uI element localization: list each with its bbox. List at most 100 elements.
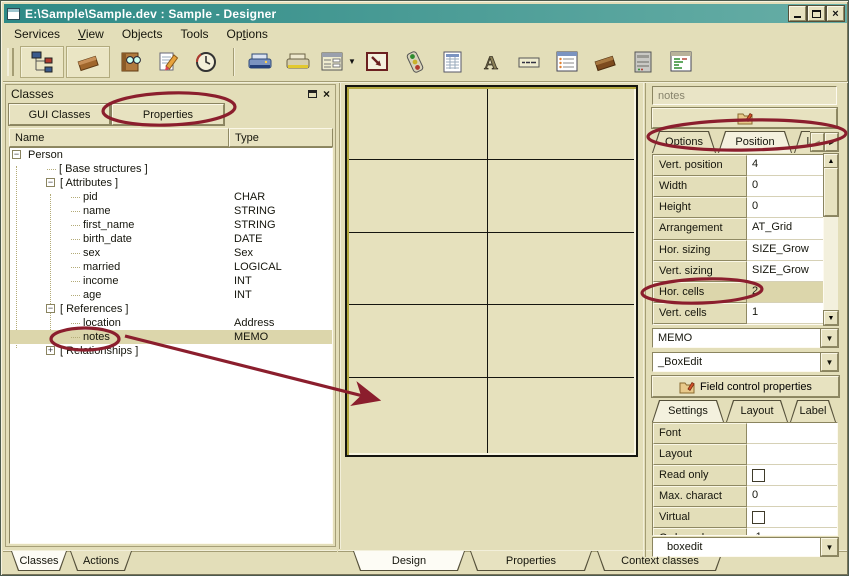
close-panel-icon[interactable]: ×: [323, 89, 330, 99]
tree-item-person[interactable]: −Person: [10, 148, 332, 162]
tab-layout[interactable]: Layout: [726, 400, 788, 422]
property-value[interactable]: [747, 507, 837, 528]
toolbar-button-text-control[interactable]: [511, 46, 547, 78]
toolbar-button-data-table[interactable]: [435, 46, 471, 78]
property-value[interactable]: [747, 465, 837, 486]
tab-properties[interactable]: Properties: [112, 104, 224, 125]
tree-item-name[interactable]: nameSTRING: [10, 204, 332, 218]
toolbar-button-server[interactable]: [625, 46, 661, 78]
tab-label: lab: [794, 131, 810, 153]
property-value[interactable]: 0: [747, 197, 823, 218]
field-type-dropdown[interactable]: MEMO ▼: [652, 328, 839, 348]
menu-item-view[interactable]: View: [69, 25, 113, 43]
property-value[interactable]: SIZE_Grow: [747, 240, 823, 261]
property-value[interactable]: AT_Grid: [747, 218, 823, 239]
tree-item-relationships[interactable]: +[ Relationships ]: [10, 344, 332, 358]
tab-lab[interactable]: lab: [794, 131, 810, 153]
tree-item-income[interactable]: incomeINT: [10, 274, 332, 288]
toolbar-button-history-clock[interactable]: [188, 46, 224, 78]
tree-expander-collapse-icon[interactable]: −: [12, 150, 21, 159]
tree-expander-expand-icon[interactable]: +: [46, 346, 55, 355]
float-panel-icon[interactable]: [308, 90, 317, 98]
tab-position[interactable]: Position: [718, 131, 792, 153]
tree-item-attributes[interactable]: −[ Attributes ]: [10, 176, 332, 190]
tree-item-pid[interactable]: pidCHAR: [10, 190, 332, 204]
settings-property-grid: FontLayoutRead onlyMax. charact0VirtualO…: [652, 422, 838, 536]
scroll-up-icon[interactable]: ▲: [824, 154, 838, 168]
menu-item-services[interactable]: Services: [5, 25, 69, 43]
toolbar-button-form-window[interactable]: ▼: [318, 46, 357, 78]
toolbar-button-printer-blue[interactable]: [242, 46, 278, 78]
checkbox-virtual[interactable]: [752, 511, 765, 524]
toolbar-drag-handle[interactable]: [7, 48, 14, 76]
property-value[interactable]: 2: [747, 282, 823, 303]
menu-item-options[interactable]: Options: [218, 25, 277, 43]
tab-classes[interactable]: Classes: [11, 551, 67, 571]
property-row-vert-sizing: Vert. sizingSIZE_Grow: [653, 261, 823, 282]
dropdown-arrow-icon[interactable]: ▼: [821, 329, 838, 347]
property-value[interactable]: [747, 423, 837, 444]
field-control-properties-button[interactable]: Field control properties: [652, 376, 839, 397]
close-button[interactable]: ×: [827, 6, 844, 21]
property-value[interactable]: 4: [747, 155, 823, 176]
tab-options[interactable]: Options: [652, 131, 716, 153]
scroll-down-icon[interactable]: ▼: [824, 311, 838, 325]
tree-expander-collapse-icon[interactable]: −: [46, 304, 55, 313]
maximize-button[interactable]: [808, 6, 825, 21]
toolbar-button-preview-window[interactable]: [359, 46, 395, 78]
tree-item-references[interactable]: −[ References ]: [10, 302, 332, 316]
tree-item-birth-date[interactable]: birth_dateDATE: [10, 232, 332, 246]
tab-gui-classes[interactable]: GUI Classes: [9, 104, 110, 125]
tree-item-married[interactable]: marriedLOGICAL: [10, 260, 332, 274]
font-icon: A: [478, 49, 504, 75]
tree-item-sex[interactable]: sexSex: [10, 246, 332, 260]
toolbar-button-font[interactable]: A: [473, 46, 509, 78]
tab-properties[interactable]: Properties: [470, 551, 592, 571]
tab-design[interactable]: Design: [353, 551, 465, 571]
property-value[interactable]: SIZE_Grow: [747, 261, 823, 282]
toolbar-button-edit-document[interactable]: [150, 46, 186, 78]
tree-item-base-structures[interactable]: [ Base structures ]: [10, 162, 332, 176]
property-row-height: Height0: [653, 197, 823, 218]
toolbar-dropdown-arrow-icon[interactable]: ▼: [348, 57, 356, 66]
toolbar-button-list-window[interactable]: [549, 46, 585, 78]
tab-scroll-left-icon[interactable]: ◄: [811, 133, 824, 151]
menu-item-tools[interactable]: Tools: [172, 25, 218, 43]
toolbar-button-class-hierarchy[interactable]: [20, 46, 64, 78]
property-value[interactable]: 1: [747, 303, 823, 324]
column-header-type[interactable]: Type: [229, 128, 333, 147]
tree-item-location[interactable]: locationAddress: [10, 316, 332, 330]
dropdown-arrow-icon[interactable]: ▼: [821, 538, 838, 556]
toolbar-button-printer-yellow[interactable]: [280, 46, 316, 78]
checkbox-read-only[interactable]: [752, 469, 765, 482]
toolbar-button-eraser[interactable]: [66, 46, 110, 78]
tree-item-notes[interactable]: notesMEMO: [10, 330, 332, 344]
scrollbar-thumb[interactable]: [824, 168, 838, 216]
property-value[interactable]: [747, 444, 837, 465]
tab-label[interactable]: Label: [790, 400, 836, 422]
tab-settings[interactable]: Settings: [652, 400, 724, 422]
tree-item-age[interactable]: ageINT: [10, 288, 332, 302]
tab-context-classes[interactable]: Context classes: [597, 551, 723, 571]
property-grid-scrollbar[interactable]: ▲ ▼: [824, 154, 838, 325]
column-header-name[interactable]: Name: [9, 128, 229, 147]
minimize-button[interactable]: [789, 6, 806, 21]
toolbar-button-code-window[interactable]: [663, 46, 699, 78]
tree-item-first-name[interactable]: first_nameSTRING: [10, 218, 332, 232]
toolbar-button-color-flag[interactable]: [397, 46, 433, 78]
menu-item-objects[interactable]: Objects: [113, 25, 172, 43]
toolbar-button-book-search[interactable]: [112, 46, 148, 78]
tab-scroll-right-icon[interactable]: ►: [825, 133, 838, 151]
tree-item-label: [ Attributes ]: [60, 176, 118, 190]
property-label: Max. charact: [653, 486, 747, 507]
edit-field-button[interactable]: [652, 108, 837, 128]
tree-expander-collapse-icon[interactable]: −: [46, 178, 55, 187]
dropdown-arrow-icon[interactable]: ▼: [821, 353, 838, 371]
tab-actions[interactable]: Actions: [70, 551, 132, 571]
property-value[interactable]: 0: [747, 486, 837, 507]
control-type-dropdown[interactable]: _BoxEdit ▼: [652, 352, 839, 372]
property-value[interactable]: 0: [747, 176, 823, 197]
form-canvas[interactable]: [345, 85, 638, 457]
property-value[interactable]: -1: [747, 528, 837, 536]
toolbar-button-eraser-dark[interactable]: [587, 46, 623, 78]
